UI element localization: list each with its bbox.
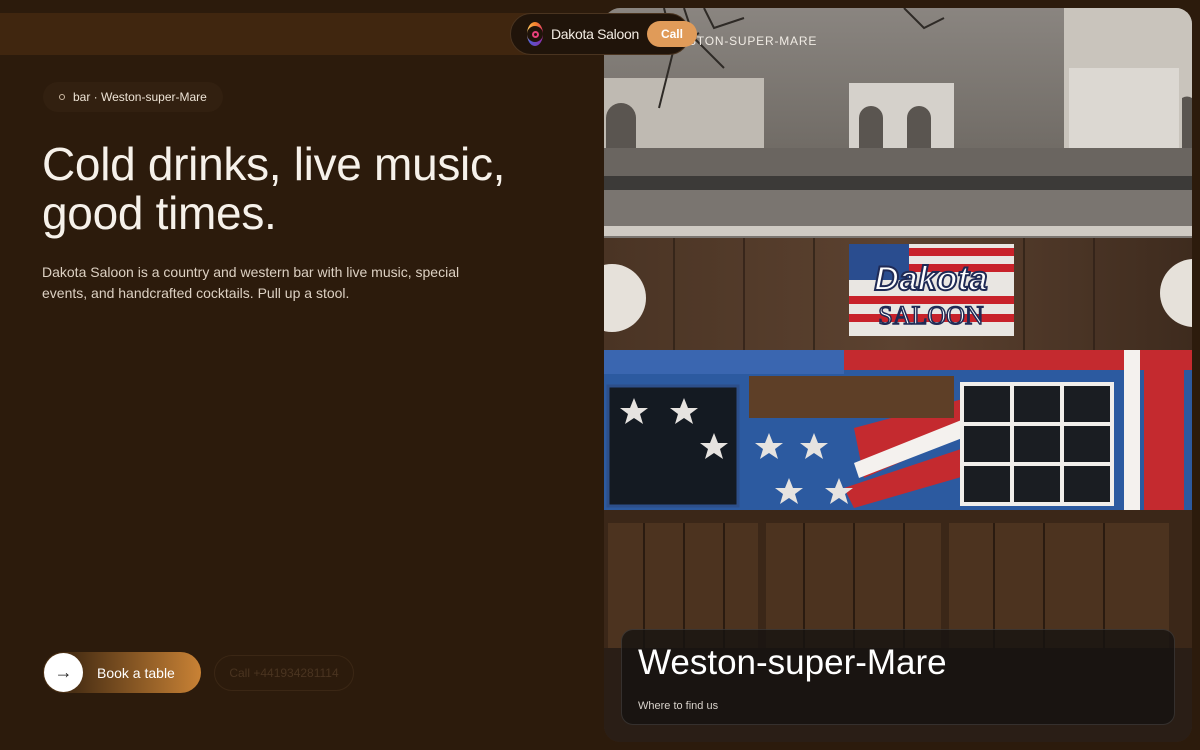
photo-overlay-label: STON-SUPER-MARE [688, 34, 818, 48]
nav-call-button[interactable]: Call [646, 21, 697, 47]
circle-icon [59, 94, 65, 100]
description: Dakota Saloon is a country and western b… [42, 264, 460, 301]
instagram-icon[interactable] [527, 22, 543, 46]
book-table-button[interactable]: → Book a table [43, 652, 201, 693]
svg-text:SALOON: SALOON [878, 301, 984, 330]
book-table-label: Book a table [97, 664, 175, 681]
brand-name[interactable]: Dakota Saloon [551, 26, 639, 42]
location-subtitle: Where to find us [638, 700, 719, 712]
chip-label: bar · Weston-super-Mare [73, 90, 207, 104]
location-title: Weston-super-Mare [638, 643, 947, 682]
category-chip: bar · Weston-super-Mare [43, 82, 223, 112]
nav-pill: Dakota Saloon Call [510, 13, 697, 55]
svg-text:Dakota: Dakota [874, 260, 987, 298]
call-phone-button[interactable]: Call +441934281114 [214, 655, 354, 691]
location-card: Weston-super-Mare Where to find us [621, 629, 1175, 725]
dakota-saloon-sign: Dakota SALOON [849, 244, 1014, 336]
headline: Cold drinks, live music, good times. [42, 138, 506, 239]
arrow-right-icon: → [44, 653, 83, 692]
